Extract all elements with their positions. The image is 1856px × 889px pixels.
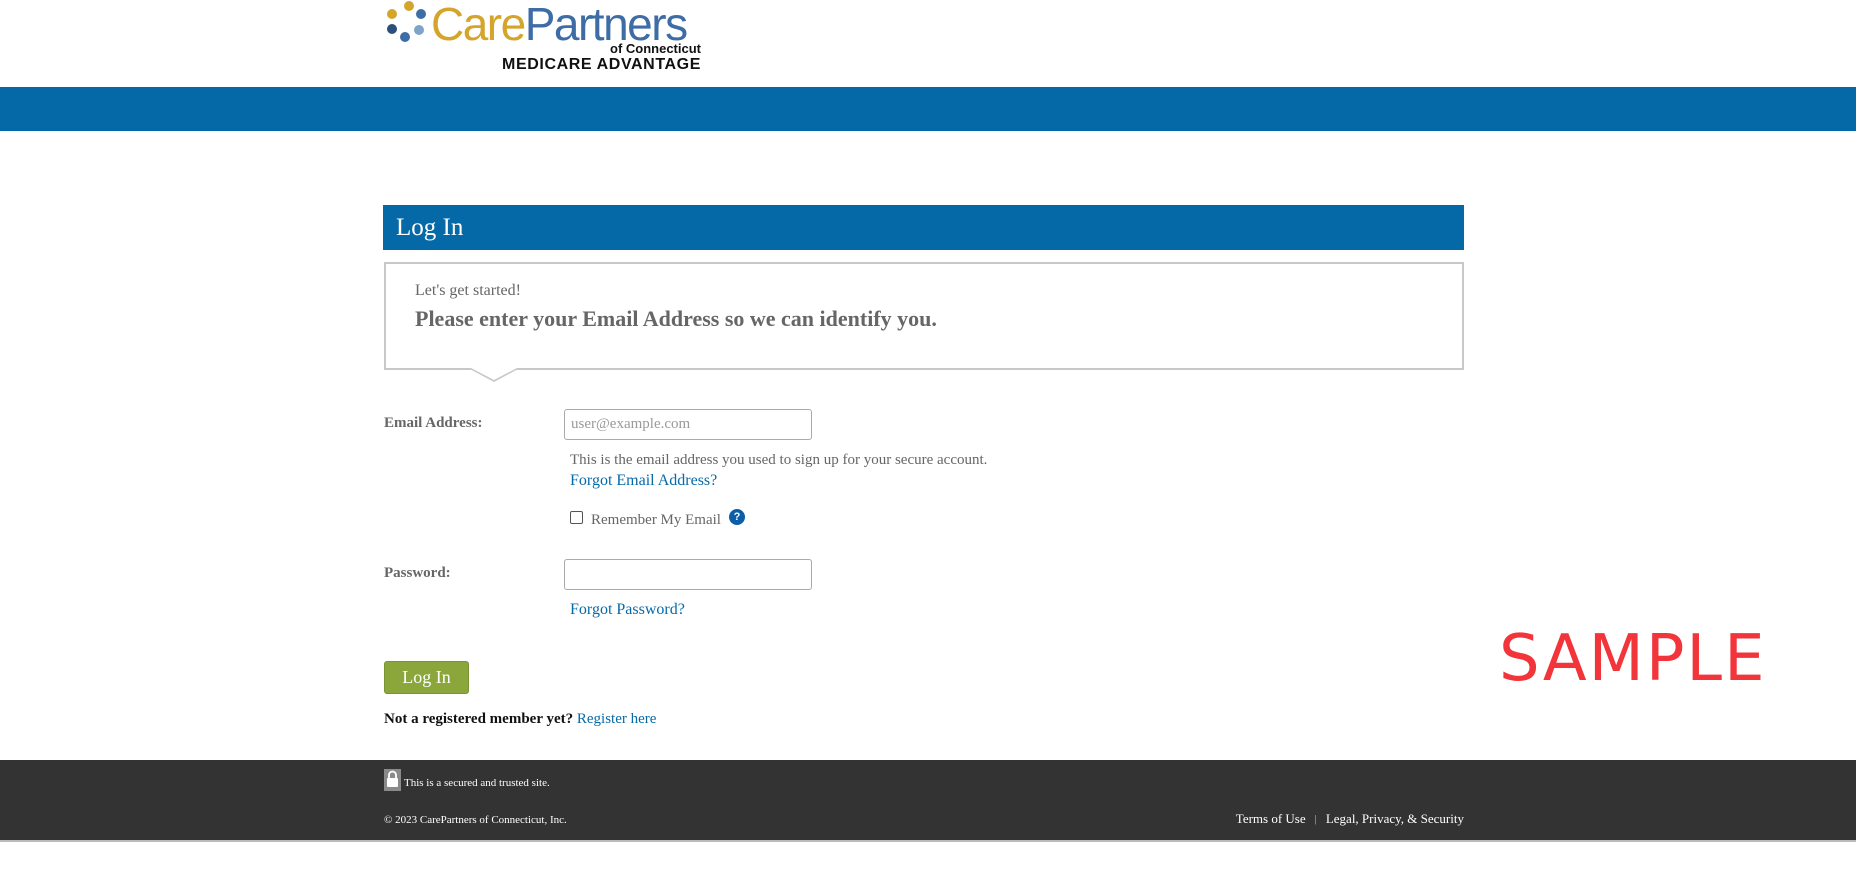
- email-helper-text: This is the email address you used to si…: [570, 452, 988, 468]
- remember-email-row: Remember My Email ?: [570, 509, 745, 529]
- register-question: Not a registered member yet?: [384, 711, 574, 727]
- email-input[interactable]: [564, 409, 812, 440]
- nav-band: [0, 87, 1856, 131]
- logo-product: MEDICARE ADVANTAGE: [502, 56, 701, 73]
- secure-site-text: This is a secured and trusted site.: [404, 777, 550, 789]
- remember-email-checkbox[interactable]: [570, 510, 583, 524]
- password-label: Password:: [384, 565, 451, 581]
- forgot-email-link[interactable]: Forgot Email Address?: [570, 472, 717, 490]
- logo-subline: of Connecticut: [610, 41, 701, 56]
- register-link[interactable]: Register here: [577, 711, 657, 727]
- login-panel-title: Log In: [383, 205, 1464, 250]
- terms-of-use-link[interactable]: Terms of Use: [1236, 811, 1306, 827]
- register-prompt: Not a registered member yet? Register he…: [384, 711, 656, 728]
- footer-separator: |: [1314, 813, 1317, 825]
- email-label: Email Address:: [384, 415, 483, 431]
- intro-small-text: Let's get started!: [415, 282, 521, 299]
- sample-watermark: SAMPLE: [1499, 622, 1767, 696]
- password-input[interactable]: [564, 559, 812, 590]
- question-circle-icon[interactable]: ?: [728, 509, 745, 525]
- remember-email-label[interactable]: Remember My Email: [591, 512, 721, 529]
- intro-pointer-inner: [471, 368, 517, 380]
- site-header: CarePartners of Connecticut MEDICARE ADV…: [0, 0, 1856, 87]
- legal-privacy-security-link[interactable]: Legal, Privacy, & Security: [1326, 811, 1464, 827]
- intro-heading: Please enter your Email Address so we ca…: [415, 306, 937, 331]
- forgot-password-link[interactable]: Forgot Password?: [570, 601, 685, 619]
- carepartners-logo[interactable]: CarePartners of Connecticut MEDICARE ADV…: [383, 0, 703, 76]
- intro-box: Let's get started! Please enter your Ema…: [384, 262, 1464, 382]
- login-button[interactable]: Log In: [384, 661, 469, 694]
- lock-icon: [384, 769, 401, 791]
- people-circle-logo-icon: [387, 1, 426, 42]
- footer-links: Terms of Use | Legal, Privacy, & Securit…: [1236, 811, 1464, 827]
- copyright-text: © 2023 CarePartners of Connecticut, Inc.: [384, 814, 567, 826]
- site-footer: This is a secured and trusted site. © 20…: [0, 760, 1856, 842]
